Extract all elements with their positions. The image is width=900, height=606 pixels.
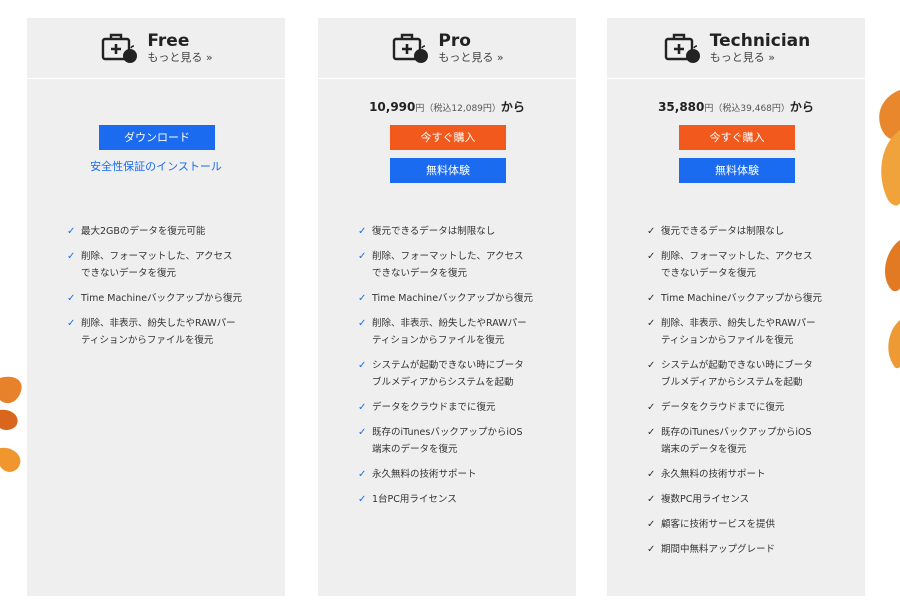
check-icon: ✓ <box>358 251 367 262</box>
plan-title: Free <box>147 30 190 51</box>
check-icon: ✓ <box>647 544 656 555</box>
feature-item: ✓ Time Machineバックアップから復元 <box>647 290 847 307</box>
check-icon: ✓ <box>647 318 656 329</box>
check-icon: ✓ <box>358 360 367 371</box>
download-button[interactable]: ダウンロード <box>99 125 215 150</box>
price-line: 10,990円（税込12,089円）から <box>318 98 576 115</box>
check-icon: ✓ <box>67 318 76 329</box>
feature-item: ✓ 永久無料の技術サポート <box>358 466 558 483</box>
more-link[interactable]: もっと見る » <box>438 51 503 65</box>
feature-item: ✓ 削除、フォーマットした、アクセス できないデータを復元 <box>647 248 847 282</box>
plan-header: Free もっと見る » <box>27 18 285 79</box>
feature-item: ✓ 期間中無料アップグレード <box>647 541 847 558</box>
check-icon: ✓ <box>358 427 367 438</box>
feature-item: ✓ システムが起動できない時にブータ ブルメディアからシステムを起動 <box>358 357 558 391</box>
plan-card-technician: Technician もっと見る » 35,880円（税込39,468円）から … <box>607 18 865 596</box>
check-icon: ✓ <box>358 293 367 304</box>
feature-item: ✓ 顧客に技術サービスを提供 <box>647 516 847 533</box>
safe-install-link[interactable]: 安全性保証のインストール <box>27 158 285 174</box>
feature-item: ✓ 既存のiTunesバックアップからiOS 端末のデータを復元 <box>647 424 847 458</box>
feature-item: ✓ Time Machineバックアップから復元 <box>67 290 267 307</box>
price-suffix: から <box>789 100 814 114</box>
toolbox-apple-icon <box>102 33 138 63</box>
feature-item: ✓ 削除、非表示、紛失したやRAWパー ティションからファイルを復元 <box>67 315 267 349</box>
check-icon: ✓ <box>647 251 656 262</box>
feature-item: ✓ データをクラウドまでに復元 <box>647 399 847 416</box>
check-icon: ✓ <box>647 427 656 438</box>
buy-now-button[interactable]: 今すぐ購入 <box>679 125 795 150</box>
toolbox-apple-icon <box>664 33 700 63</box>
plan-title: Pro <box>438 30 471 51</box>
feature-item: ✓ 削除、フォーマットした、アクセス できないデータを復元 <box>358 248 558 282</box>
more-link[interactable]: もっと見る » <box>147 51 212 65</box>
more-link[interactable]: もっと見る » <box>710 51 810 65</box>
feature-list: ✓ 復元できるデータは制限なし ✓ 削除、フォーマットした、アクセス できないデータ… <box>647 223 847 566</box>
check-icon: ✓ <box>647 293 656 304</box>
feature-item: ✓ Time Machineバックアップから復元 <box>358 290 558 307</box>
feature-item: ✓ 復元できるデータは制限なし <box>358 223 558 240</box>
free-trial-button[interactable]: 無料体験 <box>679 158 795 183</box>
price-tax-note: （税込39,468円） <box>713 104 790 114</box>
check-icon: ✓ <box>358 402 367 413</box>
price-value: 35,880 <box>658 100 705 114</box>
plan-card-free: Free もっと見る » ダウンロード 安全性保証のインストール ✓ 最大2GBの… <box>27 18 285 596</box>
feature-list: ✓ 最大2GBのデータを復元可能 ✓ 削除、フォーマットした、アクセス できないデー… <box>67 223 267 357</box>
feature-item: ✓ 削除、フォーマットした、アクセス できないデータを復元 <box>67 248 267 282</box>
feature-item: ✓ 削除、非表示、紛失したやRAWパー ティションからファイルを復元 <box>358 315 558 349</box>
price-value: 10,990 <box>369 100 416 114</box>
leaf-decoration-right <box>879 90 900 369</box>
plan-card-pro: Pro もっと見る » 10,990円（税込12,089円）から 今すぐ購入 無… <box>318 18 576 596</box>
feature-item: ✓ 1台PC用ライセンス <box>358 491 558 508</box>
feature-item: ✓ 既存のiTunesバックアップからiOS 端末のデータを復元 <box>358 424 558 458</box>
plan-header: Pro もっと見る » <box>318 18 576 79</box>
feature-item: ✓ 複数PC用ライセンス <box>647 491 847 508</box>
free-trial-button[interactable]: 無料体験 <box>390 158 506 183</box>
price-suffix: から <box>500 100 525 114</box>
check-icon: ✓ <box>358 469 367 480</box>
check-icon: ✓ <box>67 293 76 304</box>
check-icon: ✓ <box>67 251 76 262</box>
plan-title: Technician <box>709 30 811 51</box>
plan-header: Technician もっと見る » <box>607 18 865 79</box>
check-icon: ✓ <box>647 360 656 371</box>
feature-item: ✓ 永久無料の技術サポート <box>647 466 847 483</box>
check-icon: ✓ <box>647 226 656 237</box>
price-tax-note: （税込12,089円） <box>424 104 501 114</box>
feature-item: ✓ 最大2GBのデータを復元可能 <box>67 223 267 240</box>
check-icon: ✓ <box>647 402 656 413</box>
check-icon: ✓ <box>358 318 367 329</box>
feature-item: ✓ システムが起動できない時にブータ ブルメディアからシステムを起動 <box>647 357 847 391</box>
leaf-decoration-left <box>0 376 22 472</box>
check-icon: ✓ <box>358 226 367 237</box>
check-icon: ✓ <box>358 494 367 505</box>
check-icon: ✓ <box>647 494 656 505</box>
feature-list: ✓ 復元できるデータは制限なし ✓ 削除、フォーマットした、アクセス できないデータ… <box>358 223 558 516</box>
feature-item: ✓ 復元できるデータは制限なし <box>647 223 847 240</box>
feature-item: ✓ データをクラウドまでに復元 <box>358 399 558 416</box>
check-icon: ✓ <box>67 226 76 237</box>
feature-item: ✓ 削除、非表示、紛失したやRAWパー ティションからファイルを復元 <box>647 315 847 349</box>
check-icon: ✓ <box>647 519 656 530</box>
check-icon: ✓ <box>647 469 656 480</box>
buy-now-button[interactable]: 今すぐ購入 <box>390 125 506 150</box>
price-line: 35,880円（税込39,468円）から <box>607 98 865 115</box>
toolbox-apple-icon <box>393 33 429 63</box>
